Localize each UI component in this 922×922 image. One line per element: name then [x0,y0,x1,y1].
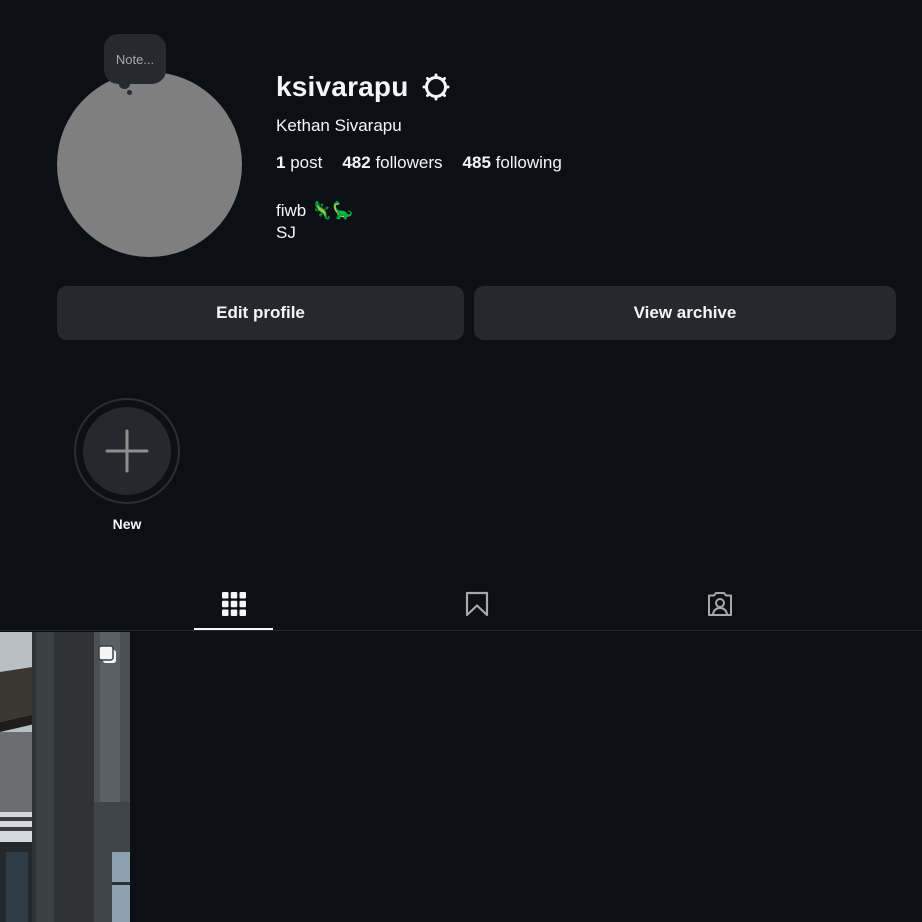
settings-gear-icon[interactable] [421,72,451,102]
following-label: following [495,153,562,172]
posts-label: post [290,153,323,172]
posts-count: 1 [276,153,286,172]
grid-icon [221,592,246,616]
tagged-person-icon [707,592,732,616]
post-thumbnail[interactable] [0,632,130,922]
edit-profile-button[interactable]: Edit profile [57,286,464,340]
tab-tagged[interactable] [680,578,759,630]
username-row: ksivarapu [276,68,451,106]
following-link[interactable]: 485 following [463,153,562,173]
profile-stats: 1 post 482 followers 485 following [276,153,582,173]
followers-count: 482 [342,153,371,172]
profile-bio: fiwb 🦎🦕 SJ [276,200,353,244]
username: ksivarapu [276,71,409,102]
note-bubble-tail [119,80,130,89]
following-count: 485 [462,153,491,172]
multiple-photos-icon [97,644,119,666]
posts-count-stat: 1 post [276,153,322,173]
new-highlight-button[interactable] [74,398,180,504]
full-name: Kethan Sivarapu [276,116,402,135]
profile-page: Note... ksivarapu Kethan Sivarapu 1 post… [0,0,922,922]
note-bubble-tail-dot [127,90,132,95]
profile-avatar[interactable] [57,72,242,257]
followers-label: followers [375,153,443,172]
new-highlight-label: New [112,516,142,532]
view-archive-button[interactable]: View archive [474,286,896,340]
bio-line: fiwb 🦎🦕 [276,201,354,220]
tab-posts[interactable] [194,578,273,630]
note-placeholder: Note... [115,51,155,67]
new-highlight-circle [83,407,171,495]
post-image [0,632,130,922]
plus-icon [105,429,149,473]
tabs-divider [0,630,922,631]
tab-saved[interactable] [437,578,516,630]
note-bubble[interactable]: Note... [104,34,166,84]
bio-line: SJ [276,223,296,242]
bookmark-icon [465,591,488,617]
followers-link[interactable]: 482 followers [342,153,442,173]
